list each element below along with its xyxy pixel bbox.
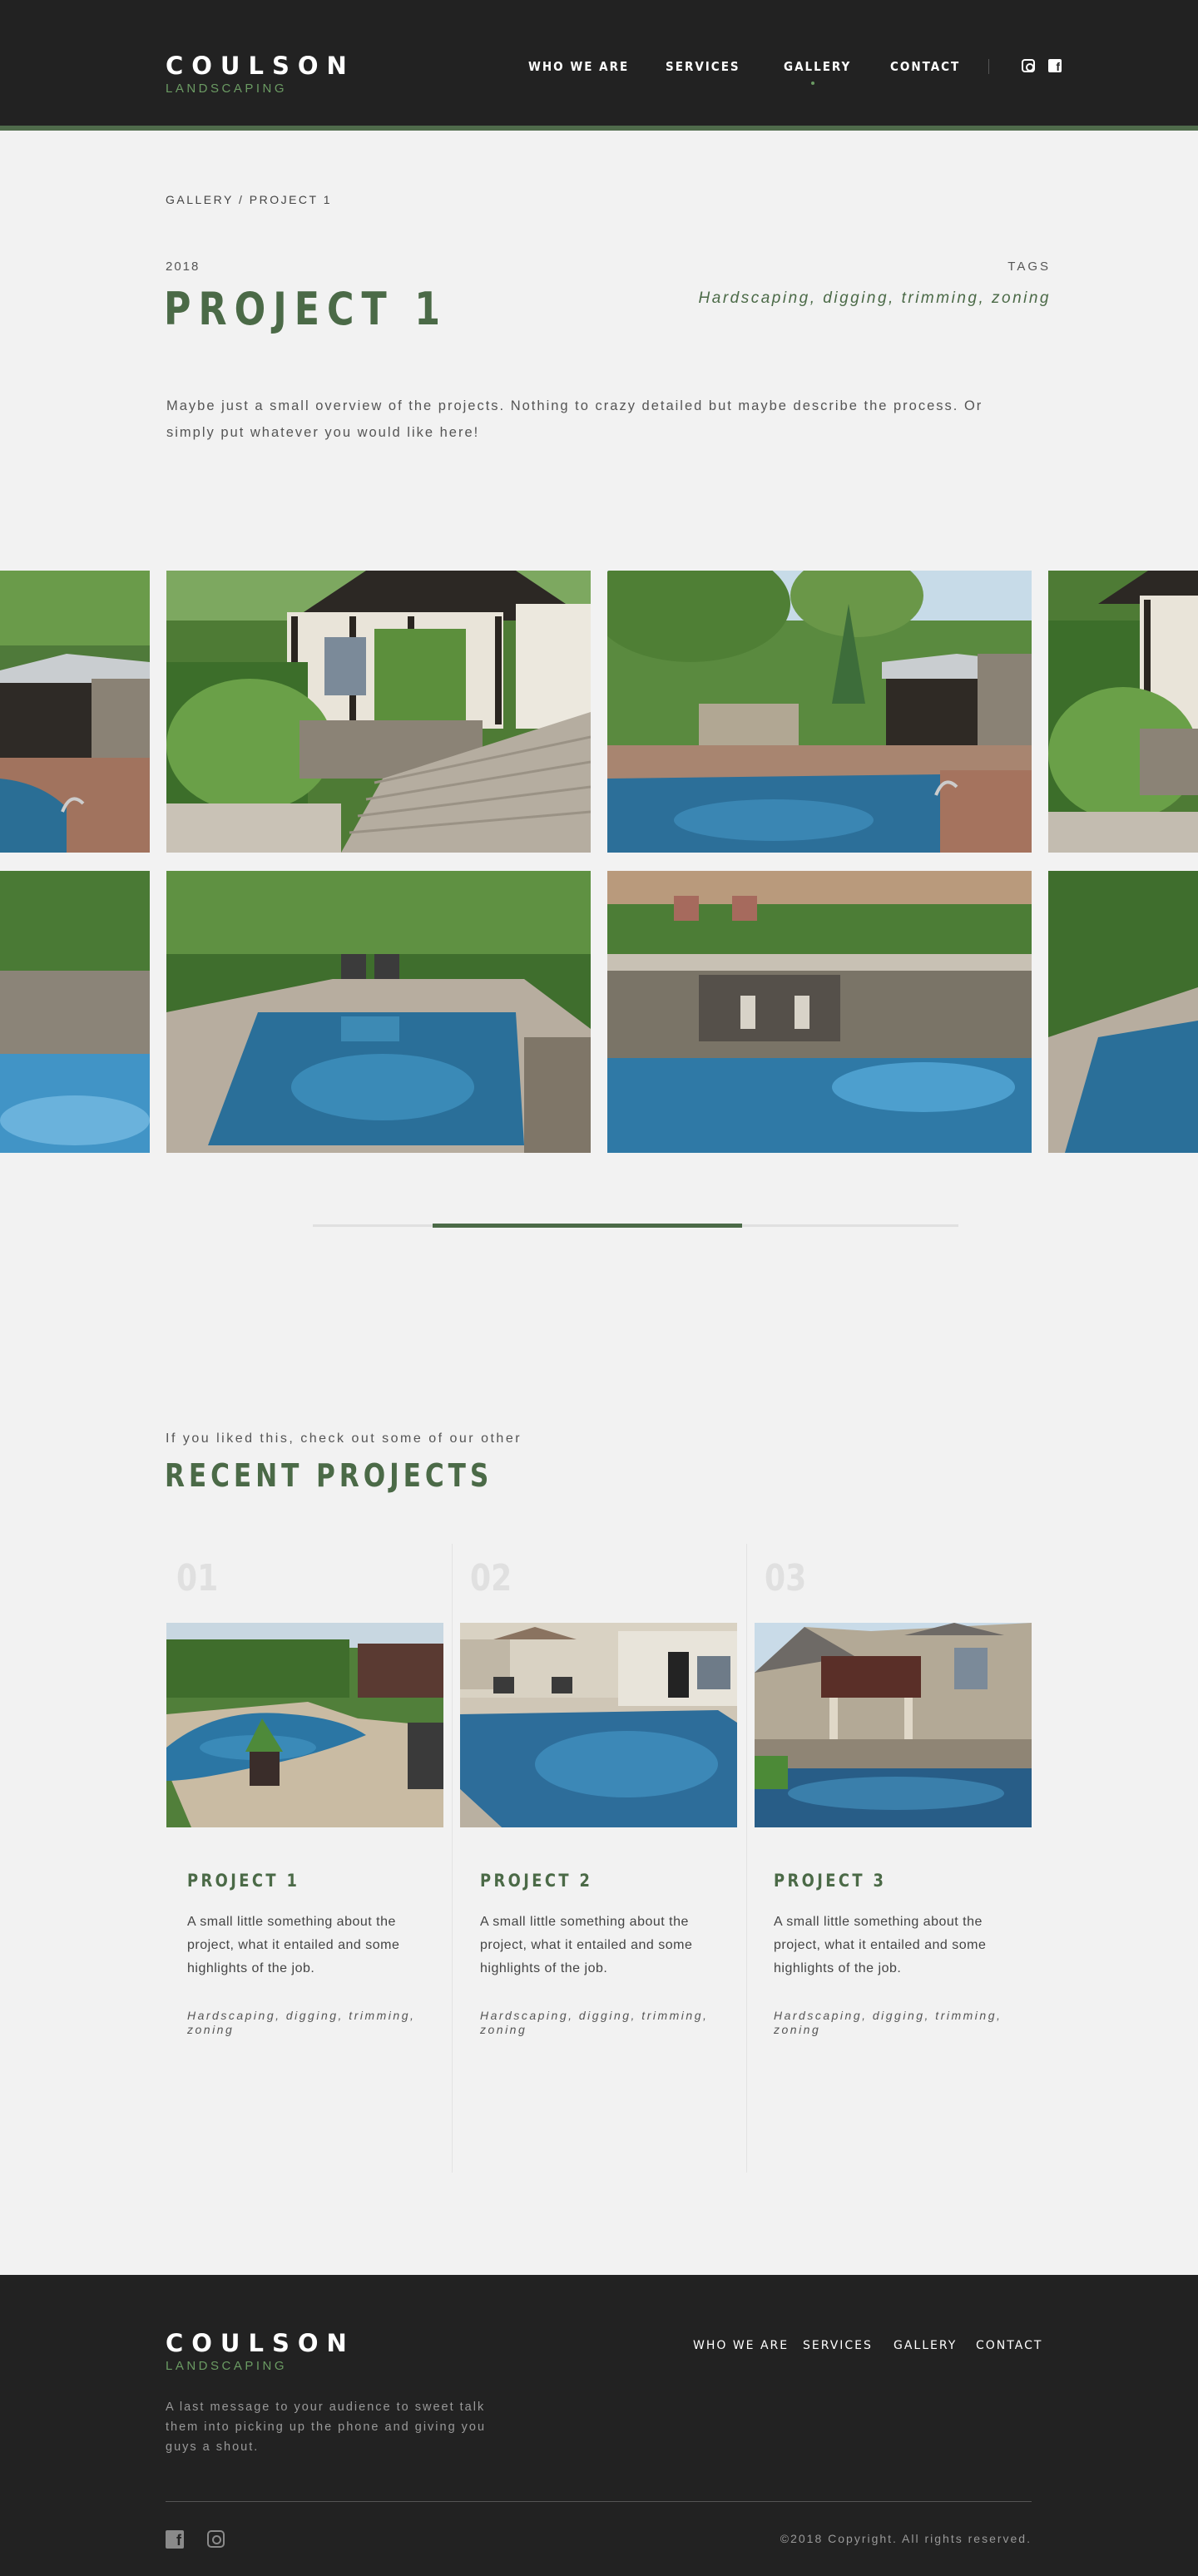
copyright: ©2018 Copyright. All rights reserved. xyxy=(780,2532,1032,2545)
tags-label: TAGS xyxy=(1007,260,1051,274)
gallery-scroll-thumb[interactable] xyxy=(433,1224,742,1228)
nav-contact[interactable]: CONTACT xyxy=(890,59,960,74)
card-title[interactable]: PROJECT 2 xyxy=(480,1871,592,1891)
card-tags: Hardscaping, digging, trimming, zoning xyxy=(480,2009,709,2036)
recent-intro: If you liked this, check out some of our… xyxy=(166,1431,522,1446)
card-number: 03 xyxy=(765,1557,807,1599)
card-title[interactable]: PROJECT 1 xyxy=(187,1871,300,1891)
footer-nav-contact[interactable]: CONTACT xyxy=(976,2339,1042,2352)
card-tags: Hardscaping, digging, trimming, zoning xyxy=(187,2009,416,2036)
card-image-project-1[interactable] xyxy=(166,1623,443,1827)
footer-logo[interactable]: COULSON LANDSCAPING xyxy=(166,2329,355,2373)
gallery-image-tudor-partial[interactable] xyxy=(1048,571,1198,853)
gallery-image-pool-patio[interactable] xyxy=(166,871,591,1153)
card-number: 02 xyxy=(470,1557,512,1599)
footer-divider xyxy=(166,2501,1032,2502)
footer-logo-tagline: LANDSCAPING xyxy=(166,2359,288,2373)
site-header: COULSON LANDSCAPING WHO WE ARE SERVICES … xyxy=(0,0,1198,131)
card-divider xyxy=(746,1544,747,2173)
gallery-image-pool-house-partial[interactable] xyxy=(0,571,150,853)
nav-services[interactable]: SERVICES xyxy=(666,59,740,74)
instagram-icon[interactable] xyxy=(1022,59,1037,74)
breadcrumb[interactable]: GALLERY / PROJECT 1 xyxy=(166,193,332,206)
card-description: A small little something about the proje… xyxy=(480,1915,693,1975)
nav-who-we-are[interactable]: WHO WE ARE xyxy=(528,59,629,74)
footer-nav-who-we-are[interactable]: WHO WE ARE xyxy=(693,2339,789,2352)
gallery-image-waterfall-partial[interactable] xyxy=(0,871,150,1153)
gallery-image-pool-pavilion[interactable] xyxy=(607,571,1032,853)
instagram-icon[interactable] xyxy=(207,2530,225,2549)
gallery-image-pool-waterfall[interactable] xyxy=(607,871,1032,1153)
card-number: 01 xyxy=(176,1557,219,1599)
project-overview: Maybe just a small overview of the proje… xyxy=(166,398,983,440)
project-year: 2018 xyxy=(166,260,200,274)
page-title: PROJECT 1 xyxy=(164,283,448,335)
facebook-icon[interactable]: f xyxy=(1048,59,1063,74)
footer-nav-gallery[interactable]: GALLERY xyxy=(894,2339,957,2352)
facebook-icon[interactable]: f xyxy=(166,2530,184,2549)
gallery-image-patio-partial[interactable] xyxy=(1048,871,1198,1153)
card-description: A small little something about the proje… xyxy=(187,1915,400,1975)
footer-message: A last message to your audience to sweet… xyxy=(166,2400,487,2454)
card-divider xyxy=(452,1544,453,2173)
project-tags: Hardscaping, digging, trimming, zoning xyxy=(698,289,1051,307)
main-nav: WHO WE ARE SERVICES GALLERY CONTACT xyxy=(0,59,1198,85)
logo-tagline: LANDSCAPING xyxy=(166,82,288,96)
card-image-project-2[interactable] xyxy=(460,1623,737,1827)
nav-gallery[interactable]: GALLERY xyxy=(784,59,851,74)
nav-divider xyxy=(988,59,989,74)
card-title[interactable]: PROJECT 3 xyxy=(774,1871,886,1891)
recent-projects-title: RECENT PROJECTS xyxy=(165,1457,493,1494)
footer-nav-services[interactable]: SERVICES xyxy=(803,2339,873,2352)
footer-logo-name: COULSON xyxy=(166,2329,355,2357)
card-image-project-3[interactable] xyxy=(755,1623,1032,1827)
gallery-image-tudor-stairs[interactable] xyxy=(166,571,591,853)
card-description: A small little something about the proje… xyxy=(774,1915,987,1975)
card-tags: Hardscaping, digging, trimming, zoning xyxy=(774,2009,1002,2036)
active-nav-indicator xyxy=(811,82,814,85)
